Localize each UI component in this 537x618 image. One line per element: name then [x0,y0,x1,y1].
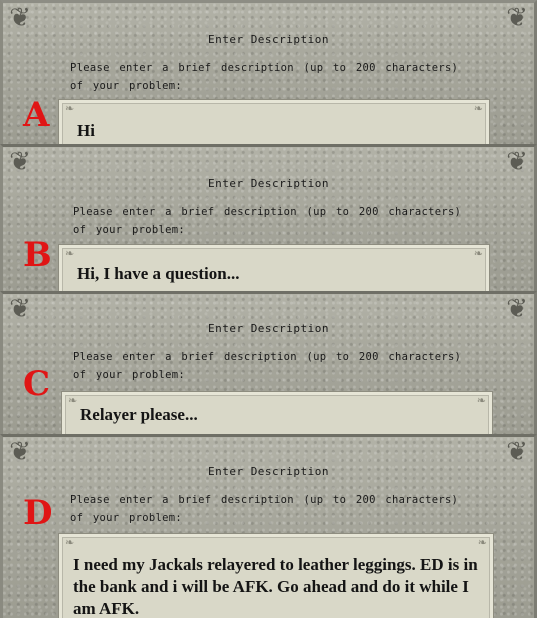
celtic-corner-icon: ❦ [9,294,31,324]
description-dialog-b: ❦ ❦ Enter Description Please enter a bri… [0,144,537,291]
dialog-title: Enter Description [207,177,330,190]
description-input[interactable]: ❧ ❧ Hi [58,99,490,144]
celtic-corner-icon: ❦ [506,437,528,467]
celtic-corner-icon: ❦ [9,3,31,33]
description-dialog-c: ❦ ❦ Enter Description Please enter a bri… [0,291,537,434]
celtic-corner-icon: ❦ [9,437,31,467]
flourish-icon: ❧ [68,394,78,407]
flourish-icon: ❧ [65,536,75,549]
celtic-corner-icon: ❦ [506,294,528,324]
panel-label: A [23,95,50,135]
dialog-prompt: Please enter a brief description (up to … [70,494,459,524]
dialog-prompt: Please enter a brief description (up to … [73,206,462,236]
celtic-corner-icon: ❦ [506,147,528,177]
panel-label: B [23,235,52,275]
description-text: Hi [77,121,95,140]
description-input[interactable]: ❧ ❧ Relayer please... [61,391,493,434]
flourish-icon: ❧ [477,536,487,549]
description-dialog-d: ❦ ❦ Enter Description Please enter a bri… [0,434,537,618]
dialog-title: Enter Description [207,33,330,46]
panel-label: C [23,364,51,404]
description-text: Hi, I have a question... [77,264,240,283]
dialog-prompt: Please enter a brief description (up to … [70,62,459,92]
description-input[interactable]: ❧ ❧ I need my Jackals relayered to leath… [58,533,494,618]
panel-label: D [23,493,53,533]
dialog-title: Enter Description [207,322,330,335]
description-text: Relayer please... [80,405,198,424]
flourish-icon: ❧ [65,102,75,115]
description-input[interactable]: ❧ ❧ Hi, I have a question... [58,244,490,291]
celtic-corner-icon: ❦ [506,3,528,33]
flourish-icon: ❧ [65,247,75,260]
celtic-corner-icon: ❦ [9,147,31,177]
flourish-icon: ❧ [473,247,483,260]
flourish-icon: ❧ [473,102,483,115]
dialog-prompt: Please enter a brief description (up to … [73,351,462,381]
description-text: I need my Jackals relayered to leather l… [73,555,478,618]
description-dialog-a: ❦ ❦ Enter Description Please enter a bri… [0,0,537,144]
dialog-title: Enter Description [207,465,330,478]
